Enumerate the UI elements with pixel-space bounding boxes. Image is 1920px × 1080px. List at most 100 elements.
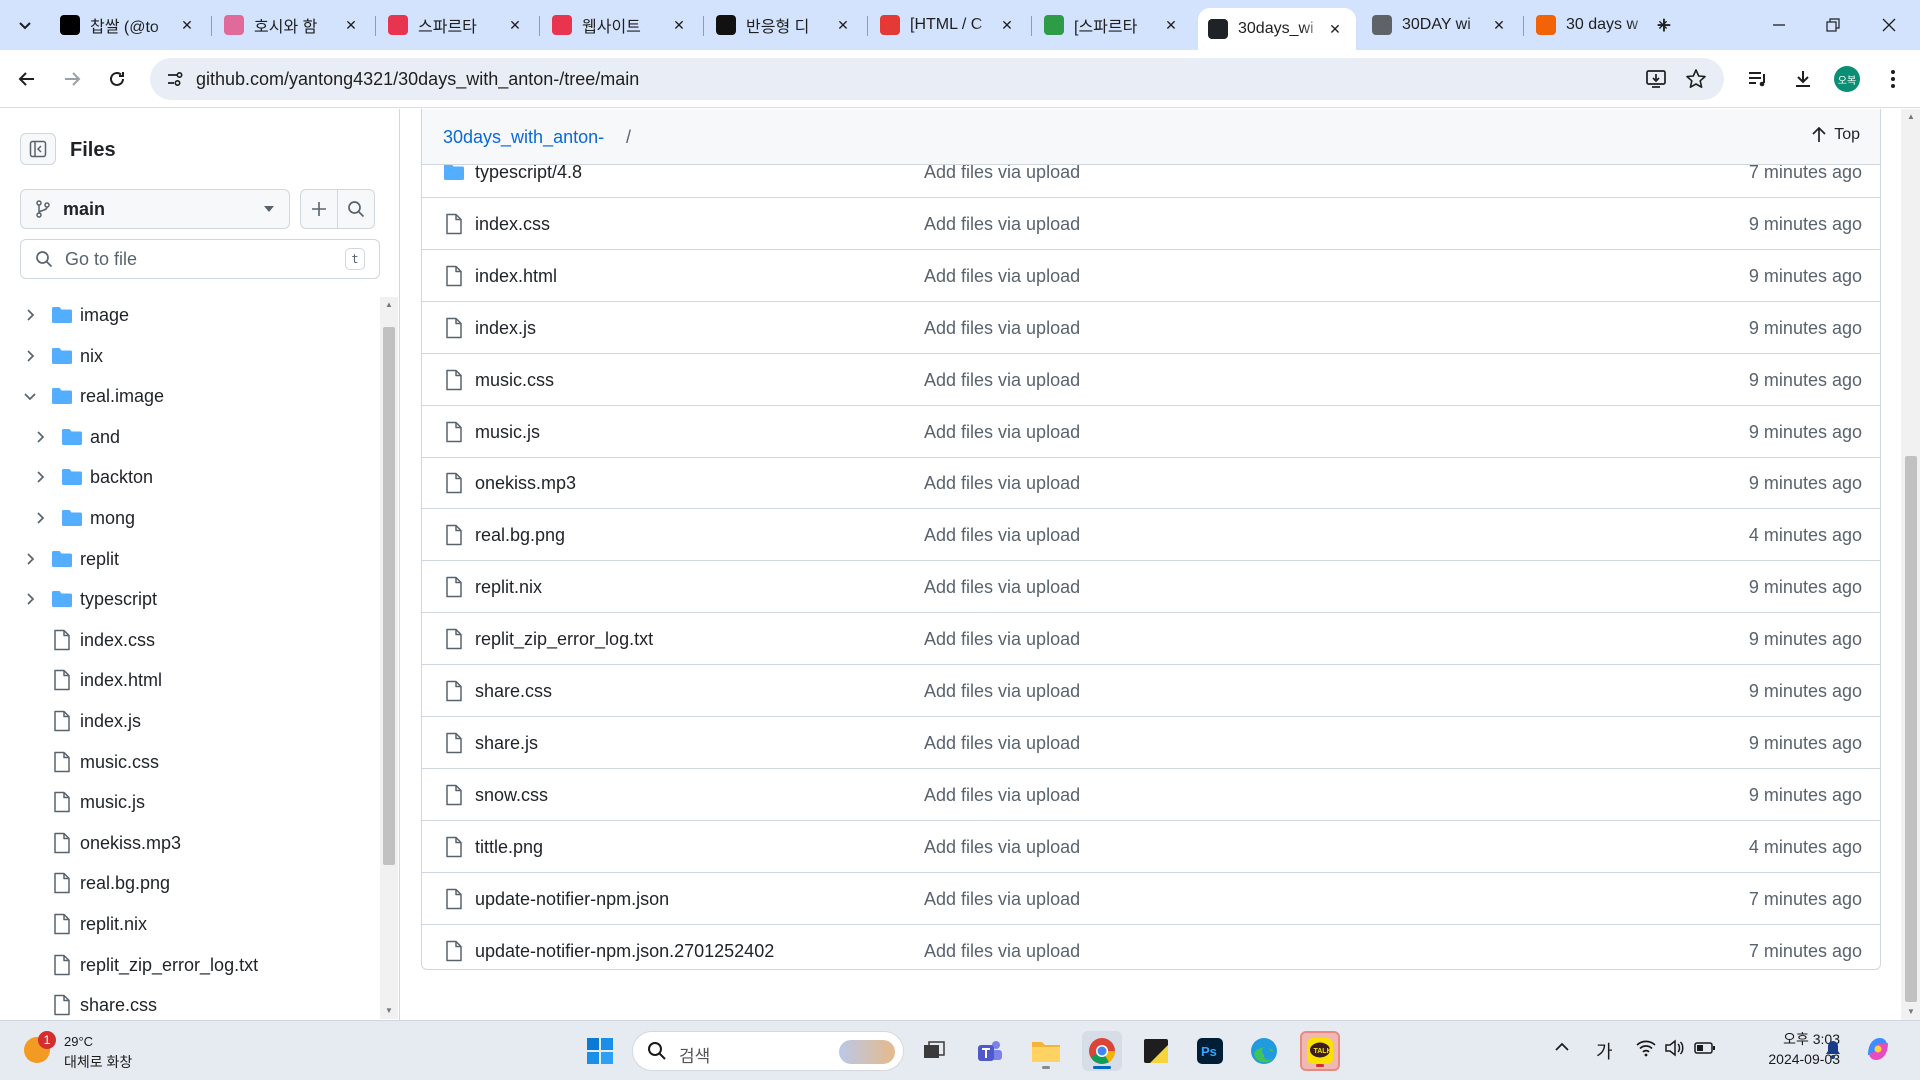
file-name-link[interactable]: index.js [475, 318, 536, 339]
close-tab-icon[interactable]: ✕ [1160, 14, 1182, 36]
browser-tab[interactable]: 반응형 디 ✕ [706, 8, 864, 42]
tree-file[interactable]: index.html [20, 660, 162, 700]
chevron-right-icon[interactable] [30, 508, 50, 528]
browser-tab[interactable]: [스파르타 ✕ [1034, 8, 1192, 42]
ime-indicator[interactable]: 가 [1596, 1038, 1613, 1064]
table-row[interactable]: replit.nix Add files via upload 9 minutes … [422, 562, 1880, 613]
close-tab-icon[interactable]: ✕ [340, 14, 362, 36]
commit-message-link[interactable]: Add files via upload [924, 577, 1080, 598]
downloads-icon[interactable] [1786, 62, 1820, 96]
browser-tab[interactable]: [HTML / C ✕ [870, 8, 1028, 42]
chevron-right-icon[interactable] [20, 305, 40, 325]
new-tab-button[interactable]: + [1650, 12, 1678, 40]
browser-tab[interactable]: 스파르타 ✕ [378, 8, 536, 42]
minimize-button[interactable] [1756, 8, 1802, 42]
close-tab-icon[interactable]: ✕ [668, 14, 690, 36]
tree-file[interactable]: replit.nix [20, 904, 147, 944]
tree-file[interactable]: replit_zip_error_log.txt [20, 945, 258, 985]
address-bar[interactable]: github.com/yantong4321/30days_with_anton… [150, 58, 1724, 100]
reload-button[interactable] [100, 62, 134, 96]
go-to-file-input[interactable]: Go to file t [20, 239, 380, 279]
volume-icon[interactable] [1664, 1039, 1684, 1062]
forward-button[interactable] [55, 62, 89, 96]
file-name-link[interactable]: snow.css [475, 785, 548, 806]
page-scroll-thumb[interactable] [1905, 456, 1917, 1002]
commit-message-link[interactable]: Add files via upload [924, 422, 1080, 443]
tree-folder[interactable]: replit [20, 539, 119, 579]
table-row[interactable]: update-notifier-npm.json Add files via up… [422, 874, 1880, 925]
tree-file[interactable]: onekiss.mp3 [20, 823, 181, 863]
file-name-link[interactable]: share.css [475, 681, 552, 702]
scroll-down-arrow-icon[interactable]: ▼ [385, 1007, 393, 1015]
tray-overflow-button[interactable] [1554, 1039, 1570, 1060]
wifi-icon[interactable] [1636, 1039, 1656, 1062]
edge-app[interactable] [1244, 1031, 1284, 1071]
site-info-icon[interactable] [164, 68, 186, 90]
tab-search-button[interactable] [8, 10, 42, 40]
commit-message-link[interactable]: Add files via upload [924, 525, 1080, 546]
file-name-link[interactable]: update-notifier-npm.json [475, 889, 669, 910]
file-name-link[interactable]: music.css [475, 370, 554, 391]
bookmark-star-icon[interactable] [1684, 67, 1708, 91]
table-row[interactable]: share.js Add files via upload 9 minutes ag… [422, 718, 1880, 769]
tree-folder[interactable]: nix [20, 336, 103, 376]
close-tab-icon[interactable]: ✕ [504, 14, 526, 36]
tree-folder[interactable]: real.image [20, 376, 164, 416]
table-row[interactable]: real.bg.png Add files via upload 4 minutes… [422, 510, 1880, 561]
commit-message-link[interactable]: Add files via upload [924, 733, 1080, 754]
install-app-icon[interactable] [1644, 67, 1668, 91]
close-tab-icon[interactable]: ✕ [832, 14, 854, 36]
profile-avatar[interactable]: 오복 [1834, 66, 1860, 92]
table-row[interactable]: replit_zip_error_log.txt Add files via up… [422, 614, 1880, 665]
table-row[interactable]: music.js Add files via upload 9 minutes ag… [422, 407, 1880, 458]
table-row[interactable]: tittle.png Add files via upload 4 minutes … [422, 822, 1880, 873]
table-row[interactable]: index.css Add files via upload 9 minutes a… [422, 199, 1880, 250]
media-control-icon[interactable] [1740, 62, 1774, 96]
file-name-link[interactable]: index.css [475, 214, 550, 235]
sticky-notes-app[interactable] [1136, 1031, 1176, 1071]
scroll-up-arrow-icon[interactable]: ▲ [385, 301, 393, 309]
close-tab-icon[interactable]: ✕ [1324, 18, 1346, 40]
file-name-link[interactable]: replit_zip_error_log.txt [475, 629, 653, 650]
tree-folder[interactable]: mong [30, 498, 135, 538]
chevron-right-icon[interactable] [20, 346, 40, 366]
file-name-link[interactable]: typescript/4.8 [475, 165, 582, 183]
tree-folder[interactable]: backton [30, 457, 153, 497]
commit-message-link[interactable]: Add files via upload [924, 214, 1080, 235]
commit-message-link[interactable]: Add files via upload [924, 785, 1080, 806]
tree-folder[interactable]: typescript [20, 579, 157, 619]
file-name-link[interactable]: real.bg.png [475, 525, 565, 546]
tree-file[interactable]: music.js [20, 782, 145, 822]
table-row[interactable]: index.html Add files via upload 9 minutes … [422, 251, 1880, 302]
scroll-down-arrow-icon[interactable]: ▼ [1907, 1008, 1915, 1016]
add-file-button[interactable] [300, 189, 338, 229]
start-button[interactable] [580, 1031, 620, 1071]
taskbar-search[interactable]: 검색 [632, 1031, 904, 1071]
chevron-right-icon[interactable] [20, 589, 40, 609]
chevron-right-icon[interactable] [30, 467, 50, 487]
chevron-right-icon[interactable] [30, 427, 50, 447]
copilot-icon[interactable] [1864, 1035, 1892, 1068]
file-explorer-app[interactable] [1026, 1031, 1066, 1071]
close-tab-icon[interactable]: ✕ [1488, 14, 1510, 36]
commit-message-link[interactable]: Add files via upload [924, 318, 1080, 339]
file-name-link[interactable]: index.html [475, 266, 557, 287]
sidebar-scroll-thumb[interactable] [383, 327, 395, 865]
table-row[interactable]: onekiss.mp3 Add files via upload 9 minutes… [422, 458, 1880, 509]
commit-message-link[interactable]: Add files via upload [924, 889, 1080, 910]
tree-file[interactable]: index.css [20, 620, 155, 660]
tree-folder[interactable]: image [20, 295, 129, 335]
commit-message-link[interactable]: Add files via upload [924, 629, 1080, 650]
browser-tab[interactable]: 찹쌀 (@to ✕ [50, 8, 208, 42]
scroll-up-arrow-icon[interactable]: ▲ [1907, 113, 1915, 121]
close-tab-icon[interactable]: ✕ [176, 14, 198, 36]
kebab-menu-icon[interactable] [1876, 62, 1910, 96]
url-text[interactable]: github.com/yantong4321/30days_with_anton… [196, 69, 639, 90]
file-name-link[interactable]: update-notifier-npm.json.2701252402 [475, 941, 774, 962]
scroll-to-top-button[interactable]: Top [1812, 126, 1860, 144]
photoshop-app[interactable]: Ps [1190, 1031, 1230, 1071]
battery-icon[interactable] [1694, 1039, 1716, 1060]
notification-bell-icon[interactable] [1824, 1039, 1842, 1064]
breadcrumb-repo-link[interactable]: 30days_with_anton- [443, 127, 604, 148]
tree-file[interactable]: real.bg.png [20, 863, 170, 903]
